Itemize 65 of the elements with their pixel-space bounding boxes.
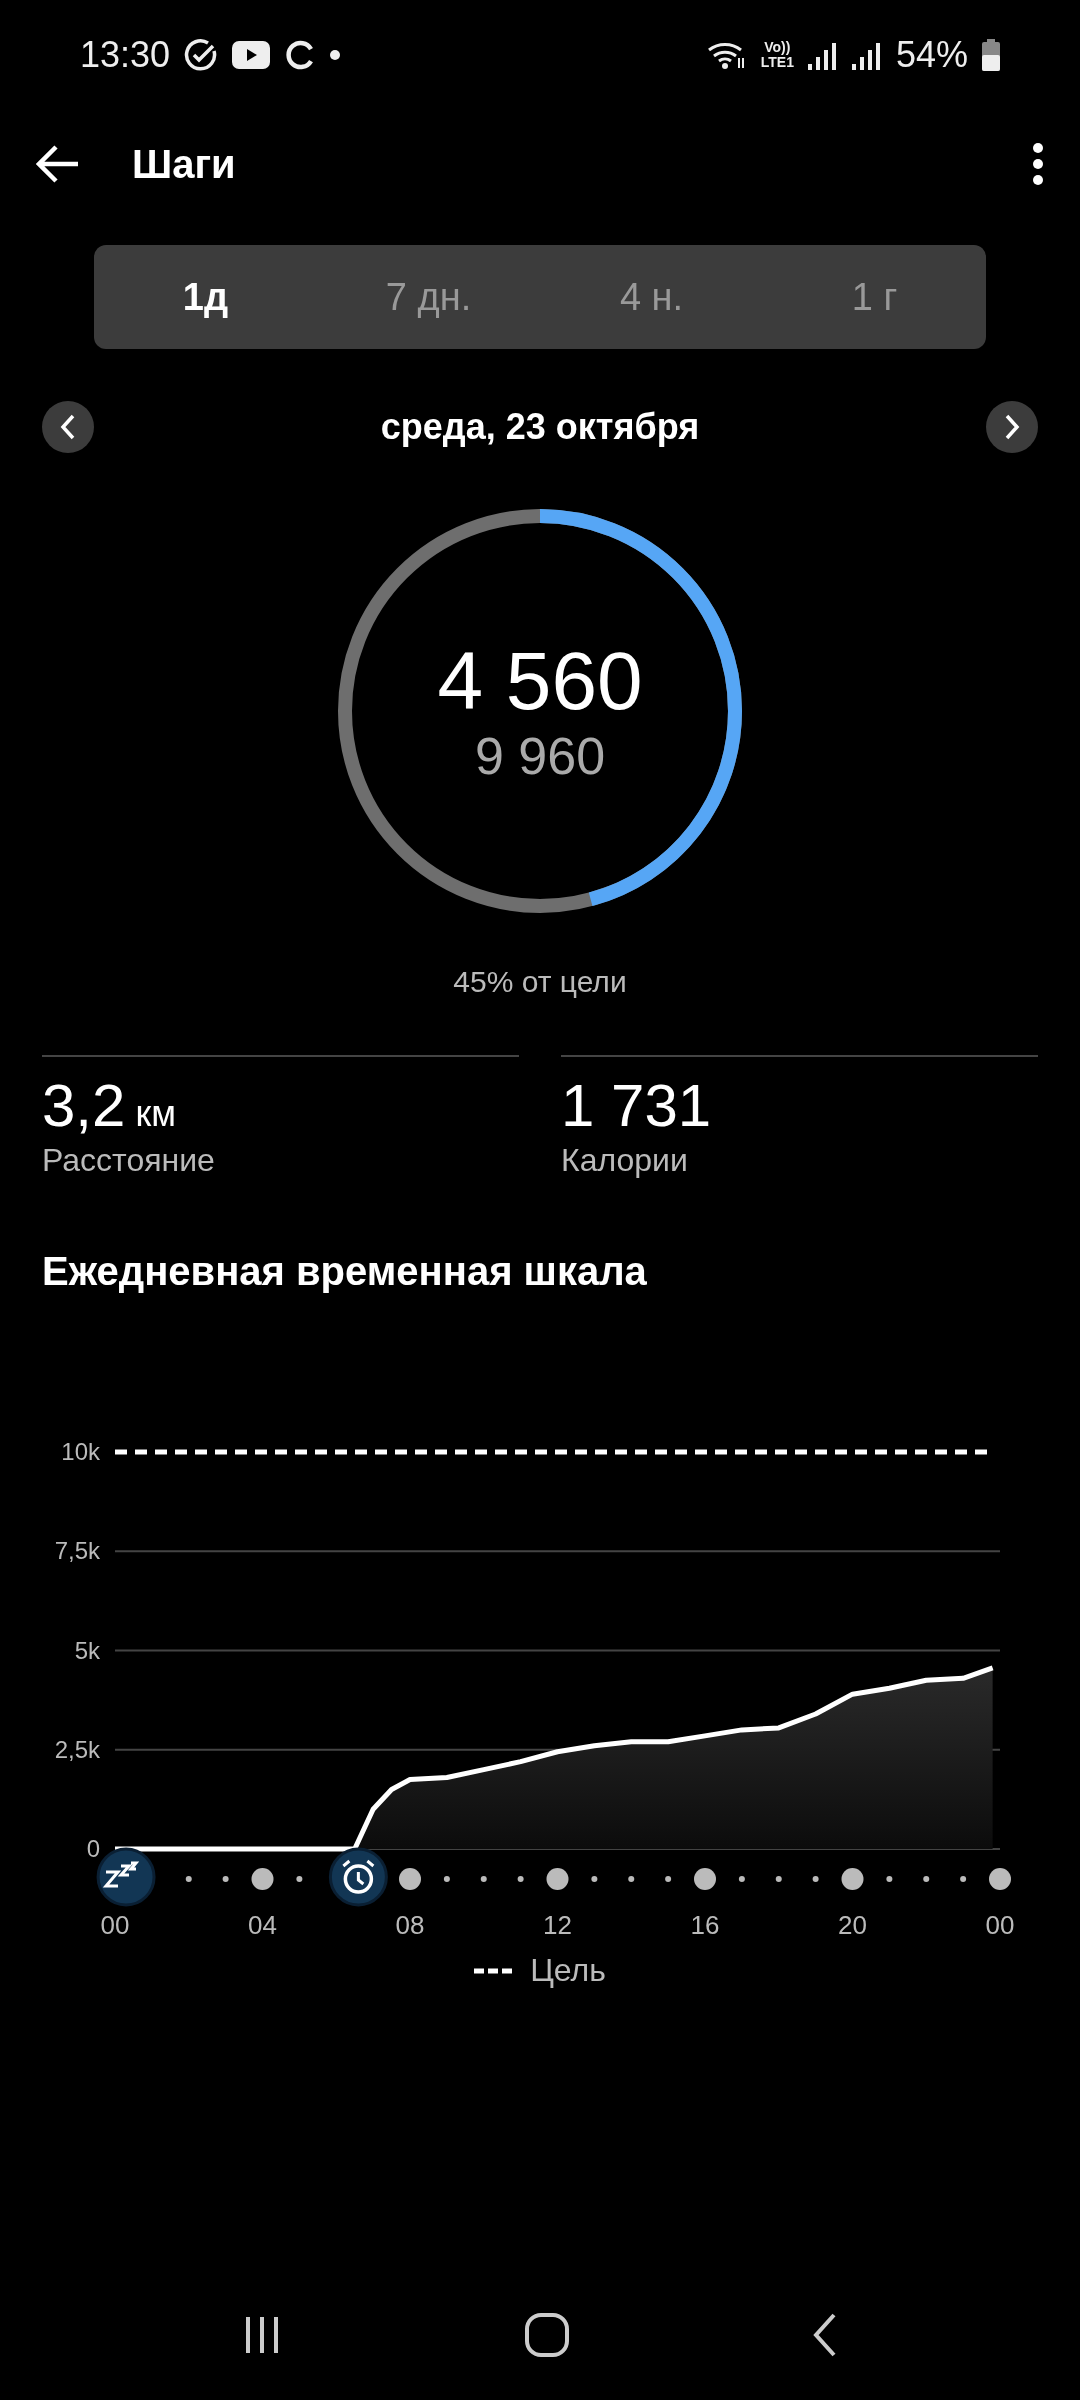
dashed-line-icon — [474, 1967, 513, 1974]
hour-dot-icon — [775, 1876, 782, 1882]
y-axis-label: 7,5k — [54, 1537, 100, 1565]
x-axis-label: 12 — [543, 1910, 572, 1940]
x-axis-label: 04 — [248, 1910, 277, 1940]
battery-percent: 54% — [895, 34, 968, 76]
step-count: 4 560 — [437, 636, 643, 726]
x-axis-label: 20 — [838, 1910, 867, 1940]
legend-label: Цель — [530, 1952, 606, 1989]
screen-title: Шаги — [132, 141, 237, 187]
stat-label: Калории — [561, 1142, 689, 1179]
home-icon — [523, 2311, 571, 2359]
hour-dot-icon — [517, 1876, 524, 1882]
period-tab[interactable]: 1 г — [763, 245, 986, 349]
hour-dot-icon — [443, 1876, 450, 1882]
hour-dot-icon — [960, 1876, 967, 1882]
signal-icon — [807, 40, 838, 70]
hour-dot-icon — [185, 1876, 192, 1882]
more-icon — [1032, 142, 1044, 186]
hour-marker-icon — [694, 1868, 716, 1890]
y-axis-label: 5k — [74, 1636, 100, 1664]
period-tab[interactable]: 1д — [94, 245, 317, 349]
hour-dot-icon — [480, 1876, 487, 1882]
hour-marker-icon — [841, 1868, 864, 1890]
next-day-button[interactable] — [986, 401, 1038, 453]
battery-icon — [982, 39, 1000, 71]
step-goal: 9 960 — [474, 726, 606, 786]
goal-percent: 45% от цели — [452, 965, 628, 999]
x-axis-label: 00 — [985, 1910, 1015, 1940]
hour-dot-icon — [296, 1876, 303, 1882]
hour-dot-icon — [628, 1876, 635, 1882]
hour-marker-icon — [251, 1868, 274, 1890]
check-circle-icon — [184, 38, 219, 72]
hour-marker-icon — [546, 1868, 569, 1890]
stat-value: 3,2 км — [42, 1071, 177, 1140]
network-type: Vo)) LTE1 — [760, 40, 794, 70]
signal-icon — [851, 40, 882, 70]
hour-dot-icon — [591, 1876, 598, 1882]
section-title: Ежедневная временная шкала — [41, 1249, 648, 1294]
hour-marker-icon — [399, 1868, 421, 1890]
clock-time: 13:30 — [80, 34, 171, 76]
stat-value: 1 731 — [561, 1071, 713, 1140]
dot-icon — [330, 50, 341, 60]
x-axis-label: 00 — [100, 1910, 130, 1940]
y-axis-label: 2,5k — [54, 1735, 100, 1763]
y-axis-label: 10k — [61, 1438, 100, 1465]
x-axis-label: 08 — [395, 1910, 425, 1940]
hour-dot-icon — [812, 1876, 819, 1882]
hour-marker-icon — [989, 1868, 1011, 1890]
hour-dot-icon — [665, 1876, 672, 1882]
play-icon — [232, 41, 271, 69]
date-label: среда, 23 октября — [380, 406, 700, 448]
previous-day-button[interactable] — [42, 401, 94, 453]
stat-label: Расстояние — [42, 1142, 216, 1179]
x-axis-label: 16 — [690, 1910, 720, 1940]
wifi-icon — [706, 40, 747, 70]
hour-dot-icon — [738, 1876, 745, 1882]
y-axis-label: 0 — [86, 1835, 100, 1862]
period-tab[interactable]: 4 н. — [540, 245, 763, 349]
hour-dot-icon — [923, 1876, 930, 1882]
back-arrow-icon — [36, 144, 80, 184]
hour-dot-icon — [886, 1876, 893, 1882]
hour-dot-icon — [222, 1876, 229, 1882]
period-tab[interactable]: 7 дн. — [317, 245, 540, 349]
alarm-clock-icon — [328, 1847, 388, 1907]
